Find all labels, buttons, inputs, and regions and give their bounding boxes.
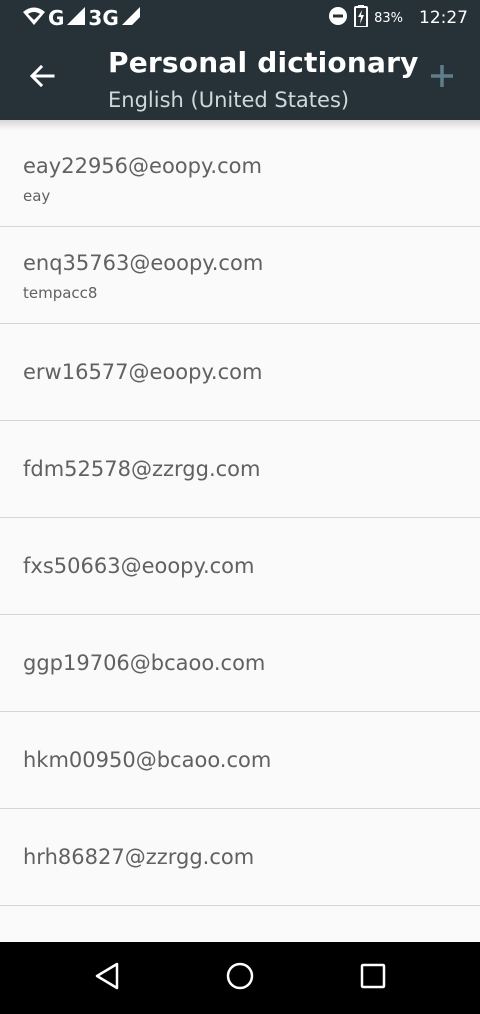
page-subtitle: English (United States) bbox=[108, 88, 350, 112]
dictionary-word: hkm00950@bcaoo.com bbox=[23, 748, 272, 772]
list-item[interactable]: ggp19706@bcaoo.com bbox=[0, 615, 480, 712]
page-title: Personal dictionary bbox=[108, 46, 419, 79]
list-item[interactable]: hkm00950@bcaoo.com bbox=[0, 712, 480, 809]
clock: 12:27 bbox=[419, 8, 468, 28]
status-bar: G 3G 83% 12:27 bbox=[0, 0, 480, 36]
wifi-icon bbox=[22, 6, 46, 30]
dictionary-word: hrh86827@zzrgg.com bbox=[23, 845, 255, 869]
dictionary-word: fdm52578@zzrgg.com bbox=[23, 457, 261, 481]
network-type-label: G bbox=[48, 6, 65, 30]
square-recents-icon bbox=[359, 962, 387, 994]
app-bar: Personal dictionary English (United Stat… bbox=[0, 36, 480, 120]
dictionary-list[interactable]: eay22956@eoopy.com eay enq35763@eoopy.co… bbox=[0, 130, 480, 906]
dictionary-shortcut: tempacc8 bbox=[23, 284, 98, 302]
arrow-back-icon bbox=[28, 62, 56, 94]
list-item[interactable]: erw16577@eoopy.com bbox=[0, 324, 480, 421]
back-button[interactable] bbox=[24, 60, 60, 96]
signal-icon-2 bbox=[121, 6, 141, 30]
status-left: G 3G bbox=[22, 0, 141, 36]
battery-charging-icon bbox=[354, 5, 369, 31]
navigation-bar bbox=[0, 942, 480, 1014]
status-right: 83% 12:27 bbox=[328, 0, 468, 36]
battery-percent: 83% bbox=[374, 10, 403, 26]
dictionary-word: enq35763@eoopy.com bbox=[23, 251, 264, 275]
do-not-disturb-icon bbox=[328, 6, 348, 30]
signal-icon bbox=[66, 6, 86, 30]
circle-home-icon bbox=[225, 961, 255, 995]
app-bar-shadow bbox=[0, 120, 480, 130]
dictionary-word: erw16577@eoopy.com bbox=[23, 360, 263, 384]
network-type-label-2: 3G bbox=[88, 6, 119, 30]
list-item[interactable]: hrh86827@zzrgg.com bbox=[0, 809, 480, 906]
dictionary-word: ggp19706@bcaoo.com bbox=[23, 651, 266, 675]
list-item[interactable]: fdm52578@zzrgg.com bbox=[0, 421, 480, 518]
plus-icon bbox=[429, 63, 455, 93]
dictionary-shortcut: eay bbox=[23, 187, 51, 205]
nav-recents-button[interactable] bbox=[355, 960, 391, 996]
list-item[interactable]: eay22956@eoopy.com eay bbox=[0, 130, 480, 227]
dictionary-word: eay22956@eoopy.com bbox=[23, 154, 262, 178]
triangle-back-icon bbox=[93, 961, 121, 995]
nav-back-button[interactable] bbox=[89, 960, 125, 996]
add-word-button[interactable] bbox=[424, 60, 460, 96]
dictionary-word: fxs50663@eoopy.com bbox=[23, 554, 255, 578]
nav-home-button[interactable] bbox=[222, 960, 258, 996]
list-item[interactable]: enq35763@eoopy.com tempacc8 bbox=[0, 227, 480, 324]
list-item[interactable]: fxs50663@eoopy.com bbox=[0, 518, 480, 615]
